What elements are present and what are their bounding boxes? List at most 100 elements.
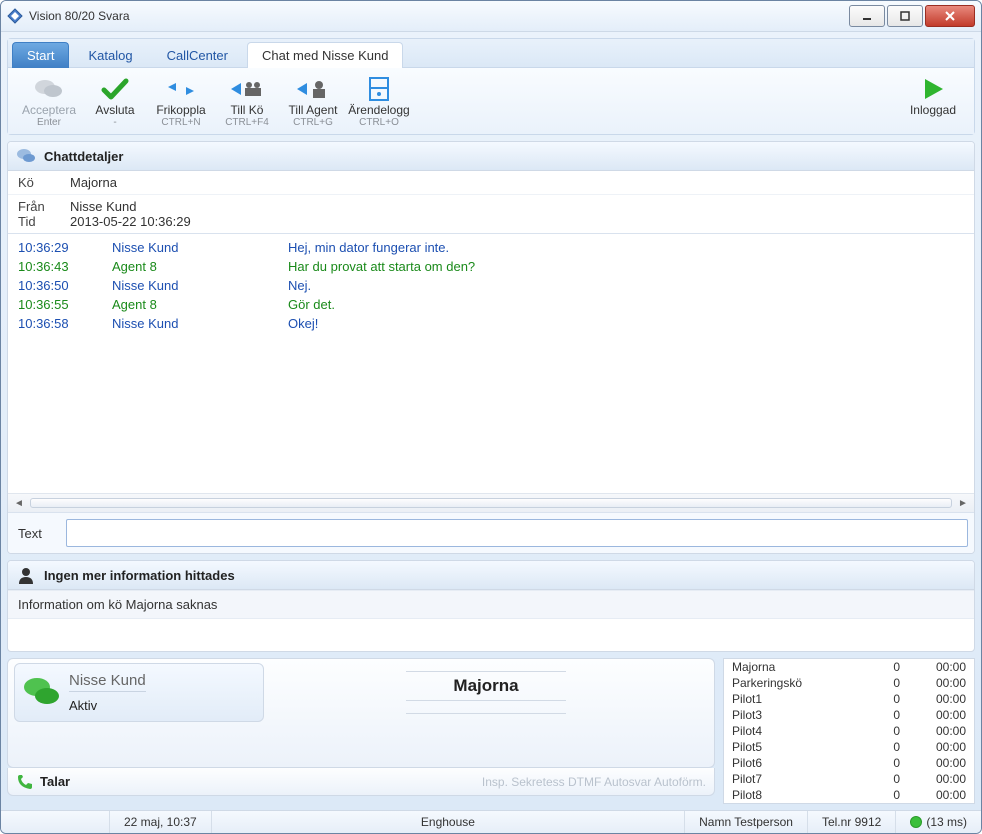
arendelogg-button[interactable]: Ärendelogg CTRL+O <box>346 74 412 128</box>
chat-line: 10:36:43Agent 8Har du provat att starta … <box>18 259 964 274</box>
chat-icon <box>16 146 36 166</box>
queue-count: 0 <box>870 660 900 674</box>
app-window: Vision 80/20 Svara Start Katalog CallCen… <box>0 0 982 834</box>
window-controls <box>849 5 975 27</box>
queue-panel[interactable]: Majorna000:00Parkeringskö000:00Pilot1000… <box>723 658 975 804</box>
queue-row[interactable]: Pilot1000:00 <box>724 691 974 707</box>
queue-count: 0 <box>870 756 900 770</box>
chat-scrollbar[interactable]: ◄ ► <box>8 493 974 512</box>
queue-row[interactable]: Parkeringskö0 00:00 <box>724 675 974 691</box>
to-agent-icon <box>296 76 330 102</box>
avsluta-button[interactable]: Avsluta - <box>82 74 148 128</box>
chat-message: Nej. <box>288 278 964 293</box>
queue-name: Pilot8 <box>732 788 870 802</box>
queue-count: 0 <box>870 788 900 802</box>
chat-line: 10:36:58Nisse KundOkej! <box>18 316 964 331</box>
detail-row-ko: Kö Majorna <box>8 171 974 195</box>
tab-katalog[interactable]: Katalog <box>73 42 147 68</box>
status-bar: 22 maj, 10:37 Enghouse Namn Testperson T… <box>1 810 981 833</box>
status-user: Namn Testperson <box>685 811 808 833</box>
info-panel-title: Ingen mer information hittades <box>44 568 235 583</box>
chat-sender: Agent 8 <box>112 297 288 312</box>
titlebar[interactable]: Vision 80/20 Svara <box>1 1 981 32</box>
queue-count: 0 <box>870 676 900 690</box>
queue-time: 00:00 <box>916 692 966 706</box>
chat-line: 10:36:50Nisse KundNej. <box>18 278 964 293</box>
close-button[interactable] <box>925 5 975 27</box>
queue-row[interactable]: Pilot40 00:00 <box>724 723 974 739</box>
minimize-button[interactable] <box>849 5 885 27</box>
bottom-area: Nisse Kund Aktiv Majorna <box>7 658 975 804</box>
queue-row[interactable]: Pilot3000:00 <box>724 707 974 723</box>
acceptera-button[interactable]: Acceptera Enter <box>16 74 82 128</box>
chat-line: 10:36:29Nisse KundHej, min dator fungera… <box>18 240 964 255</box>
chat-sender: Agent 8 <box>112 259 288 274</box>
ribbon: Start Katalog CallCenter Chat med Nisse … <box>7 38 975 135</box>
status-dot-icon <box>910 816 922 828</box>
queue-row[interactable]: Majorna000:00 <box>724 659 974 675</box>
queue-name: Pilot7 <box>732 772 870 786</box>
queue-time: 00:00 <box>916 756 966 770</box>
queue-time: 00:00 <box>916 708 966 722</box>
queue-name: Pilot1 <box>732 692 870 706</box>
queue-time: 00:00 <box>916 740 966 754</box>
frikoppla-button[interactable]: Frikoppla CTRL+N <box>148 74 214 128</box>
tab-start[interactable]: Start <box>12 42 69 68</box>
queue-row[interactable]: Pilot8000:00 <box>724 787 974 803</box>
chat-time: 10:36:50 <box>18 278 112 293</box>
window-title: Vision 80/20 Svara <box>29 9 849 23</box>
queue-count: 0 <box>870 724 900 738</box>
queue-name: Pilot5 <box>732 740 870 754</box>
inloggad-button[interactable]: Inloggad <box>900 74 966 117</box>
fran-value: Nisse Kund <box>70 199 964 214</box>
queue-time: 00:00 <box>916 724 966 738</box>
center-title: Majorna <box>453 676 518 696</box>
chat-message: Hej, min dator fungerar inte. <box>288 240 964 255</box>
maximize-button[interactable] <box>887 5 923 27</box>
ribbon-body: Acceptera Enter Avsluta - Frikoppla CTRL… <box>8 68 974 134</box>
bottom-left: Nisse Kund Aktiv Majorna <box>7 658 715 804</box>
scroll-right-icon[interactable]: ► <box>956 496 970 510</box>
chat-log[interactable]: 10:36:29Nisse KundHej, min dator fungera… <box>8 234 974 493</box>
chat-panel: Chattdetaljer Kö Majorna Från Tid Nisse … <box>7 141 975 554</box>
tab-strip: Start Katalog CallCenter Chat med Nisse … <box>8 39 974 68</box>
tab-callcenter[interactable]: CallCenter <box>152 42 243 68</box>
chat-input[interactable] <box>66 519 968 547</box>
detail-row-from-time: Från Tid Nisse Kund 2013-05-22 10:36:29 <box>8 195 974 234</box>
check-icon <box>98 76 132 102</box>
person-icon <box>16 565 36 585</box>
chat-bubbles-icon <box>23 674 61 712</box>
queue-name: Parkeringskö <box>732 676 870 690</box>
chat-time: 10:36:29 <box>18 240 112 255</box>
text-entry-row: Text <box>8 512 974 553</box>
status-company: Enghouse <box>212 811 685 833</box>
tab-chat[interactable]: Chat med Nisse Kund <box>247 42 403 68</box>
queue-row[interactable]: Pilot5000:00 <box>724 739 974 755</box>
call-card-name: Nisse Kund <box>69 672 146 692</box>
play-icon <box>916 76 950 102</box>
call-card-inner[interactable]: Nisse Kund Aktiv <box>14 663 264 722</box>
app-icon <box>7 8 23 24</box>
tillagent-button[interactable]: Till Agent CTRL+G <box>280 74 346 128</box>
tid-label: Tid <box>18 214 70 229</box>
chat-panel-title: Chattdetaljer <box>44 149 123 164</box>
speak-options: Insp. Sekretess DTMF Autosvar Autoförm. <box>482 775 706 789</box>
queue-time: 00:00 <box>916 676 966 690</box>
call-card-status: Aktiv <box>69 698 146 713</box>
chat-bubble-icon <box>32 76 66 102</box>
tillko-button[interactable]: Till Kö CTRL+F4 <box>214 74 280 128</box>
queue-name: Pilot3 <box>732 708 870 722</box>
call-card: Nisse Kund Aktiv Majorna <box>7 658 715 768</box>
ko-label: Kö <box>18 175 70 190</box>
queue-row[interactable]: Pilot70 00:00 <box>724 771 974 787</box>
chat-message: Okej! <box>288 316 964 331</box>
text-label: Text <box>14 526 66 541</box>
queue-count: 0 <box>870 772 900 786</box>
queue-row[interactable]: Pilot6000:00 <box>724 755 974 771</box>
scroll-left-icon[interactable]: ◄ <box>12 496 26 510</box>
chat-sender: Nisse Kund <box>112 240 288 255</box>
queue-name: Majorna <box>732 660 870 674</box>
queue-name: Pilot4 <box>732 724 870 738</box>
queue-time: 00:00 <box>916 772 966 786</box>
scroll-thumb[interactable] <box>30 498 952 508</box>
